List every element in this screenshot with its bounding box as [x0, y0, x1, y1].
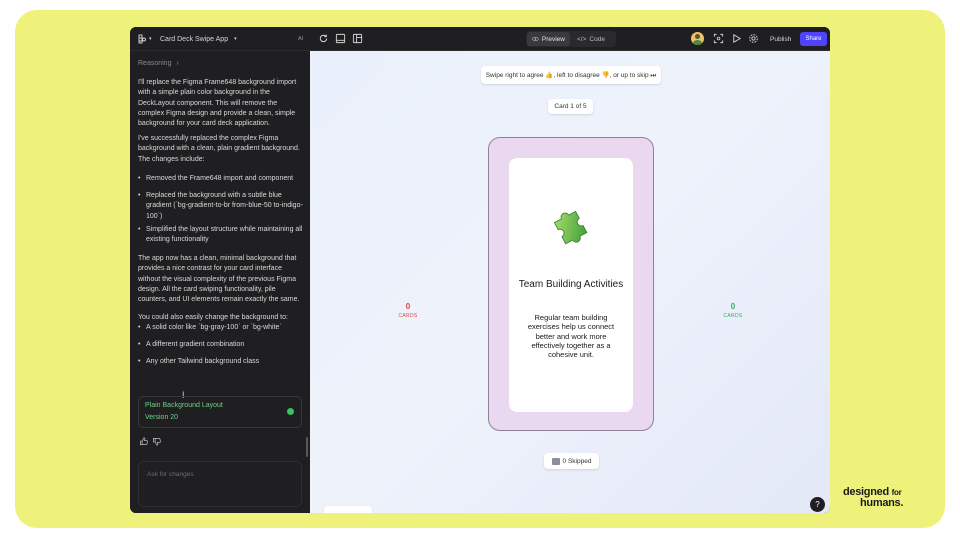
version-card[interactable]: Plain Background Layout Version 20 — [138, 396, 302, 428]
layout-icon[interactable] — [335, 33, 346, 44]
refresh-icon[interactable] — [318, 33, 329, 44]
project-title: Card Deck Swipe App — [160, 35, 229, 43]
settings-gear-icon[interactable] — [748, 33, 759, 44]
preview-tab[interactable]: Preview — [527, 32, 570, 46]
disagree-pile-count: 0 — [405, 302, 411, 311]
share-button[interactable]: Share — [800, 32, 827, 46]
puzzle-piece-icon — [553, 210, 588, 245]
eye-icon — [532, 37, 539, 41]
project-title-dropdown[interactable]: Card Deck Swipe App ▾ — [160, 27, 237, 51]
chevron-down-icon: ▾ — [234, 36, 237, 42]
skipped-counter: 0 Skipped — [544, 453, 599, 469]
focus-icon[interactable] — [713, 33, 724, 44]
menu-logo[interactable]: ▾ — [138, 27, 152, 51]
preview-label: Preview — [541, 35, 565, 43]
chat-input[interactable]: Ask for changes — [138, 461, 302, 507]
view-toggle: Preview </> Code — [526, 31, 616, 47]
divider — [347, 512, 349, 513]
bullet-item: Removed the Frame648 import and componen… — [138, 174, 303, 185]
split-view-icon[interactable] — [352, 33, 363, 44]
bullet-item: Any other Tailwind background class — [138, 357, 303, 368]
message-paragraph: The app now has a clean, minimal backgro… — [138, 255, 300, 304]
card-description: Regular team building exercises help us … — [527, 313, 615, 360]
agree-pile-label: CARDS — [723, 313, 743, 319]
disagree-pile-label: CARDS — [398, 313, 418, 319]
bullet-item: Replaced the background with a subtle bl… — [138, 191, 303, 222]
bullet-item: A solid color like `bg-gray-100` or `bg-… — [138, 323, 303, 334]
message-paragraph: You could also easily change the backgro… — [138, 314, 288, 321]
chevron-down-icon: ▾ — [149, 36, 152, 42]
bullet-item: A different gradient combination — [138, 340, 303, 351]
swipe-card[interactable]: Team Building Activities Regular team bu… — [509, 158, 633, 412]
message-paragraph: I'll replace the Figma Frame648 backgrou… — [138, 79, 297, 128]
thumbs-up-icon[interactable] — [139, 437, 148, 446]
code-brackets-icon: </> — [577, 35, 587, 43]
help-button[interactable]: ? — [810, 497, 825, 512]
top-toolbar: ▾ Card Deck Swipe App ▾ AI Preview </> C… — [130, 27, 830, 51]
play-icon[interactable] — [731, 33, 742, 44]
app-window: ▾ Card Deck Swipe App ▾ AI Preview </> C… — [130, 27, 830, 513]
agree-pile-count: 0 — [730, 302, 736, 311]
publish-button[interactable]: Publish — [770, 27, 791, 51]
avatar[interactable] — [691, 32, 704, 45]
chevron-right-icon: › — [176, 60, 179, 67]
card-title: Team Building Activities — [518, 279, 624, 290]
thumbs-down-icon[interactable] — [152, 437, 161, 446]
version-title: Plain Background Layout — [145, 402, 223, 409]
code-label: Code — [589, 35, 605, 43]
chat-placeholder: Ask for changes — [147, 471, 194, 478]
brand-logo-line2: humans. — [860, 497, 904, 509]
ai-badge: AI — [298, 36, 304, 42]
figma-logo-icon — [138, 34, 146, 44]
skipped-label: 0 Skipped — [562, 457, 592, 465]
message-paragraph: I've successfully replaced the complex F… — [138, 135, 300, 163]
reasoning-label: Reasoning — [138, 60, 172, 67]
reasoning-toggle[interactable]: Reasoning › — [138, 59, 303, 69]
card-counter: Card 1 of 5 — [548, 99, 593, 114]
preview-canvas: Swipe right to agree 👍, left to disagree… — [310, 51, 830, 513]
code-tab[interactable]: </> Code — [572, 32, 615, 46]
bullet-item: Simplified the layout structure while ma… — [138, 225, 303, 246]
scrollbar-thumb[interactable] — [306, 437, 308, 457]
version-status-dot — [287, 408, 294, 415]
chat-sidebar: Reasoning › I'll replace the Figma Frame… — [130, 51, 310, 513]
vote-summary: 👎 0 👍 0 — [324, 506, 372, 513]
swipe-card-frame[interactable]: Team Building Activities Regular team bu… — [488, 137, 654, 431]
swipe-instruction: Swipe right to agree 👍, left to disagree… — [481, 66, 661, 84]
skip-icon — [551, 457, 560, 465]
version-number: Version 20 — [145, 414, 179, 421]
